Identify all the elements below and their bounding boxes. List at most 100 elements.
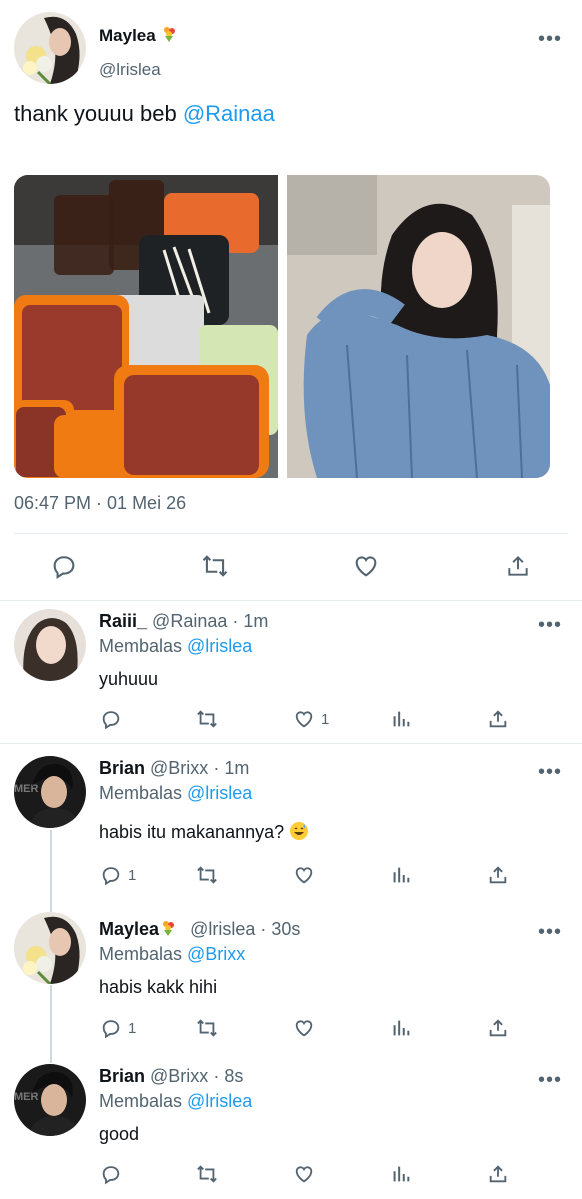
analytics-icon: [393, 867, 410, 883]
share-button[interactable]: [487, 864, 509, 886]
avatar-brian[interactable]: MER: [14, 756, 86, 828]
avatar-brian[interactable]: MER: [14, 1064, 86, 1136]
author-name[interactable]: Maylea: [99, 25, 178, 46]
retweet-button[interactable]: [200, 552, 230, 580]
share-icon: [508, 555, 528, 576]
reply-header: Maylea @lrislea · 30s: [99, 919, 300, 940]
mention-link[interactable]: @lrislea: [187, 783, 252, 803]
avatar-maylea[interactable]: [14, 12, 86, 84]
reply-time: · 30s: [260, 919, 301, 939]
like-button[interactable]: [352, 552, 380, 580]
reply-author-handle: @Rainaa: [152, 611, 228, 631]
bouquet-emoji-icon: [164, 27, 176, 42]
retweet-button[interactable]: [194, 1163, 220, 1185]
analytics-button[interactable]: [390, 1017, 412, 1039]
reply-button[interactable]: 1: [100, 1017, 136, 1039]
reply-text: habis itu makanannya?: [99, 821, 309, 843]
heart-icon: [295, 1166, 313, 1183]
thread-line: [50, 830, 52, 912]
avatar-raiii[interactable]: [14, 609, 86, 681]
reply-time: · 1m: [232, 611, 269, 631]
reply-text: good: [99, 1124, 140, 1144]
retweet-button[interactable]: [194, 1017, 220, 1039]
reply-header: Brian @Brixx · 1m: [99, 758, 249, 779]
share-icon: [489, 866, 507, 884]
heart-icon: [295, 1020, 313, 1037]
analytics-button[interactable]: [390, 708, 412, 730]
reply-author-name[interactable]: Raiii_: [99, 611, 147, 631]
divider: [0, 743, 582, 744]
reply-icon: [102, 1166, 120, 1185]
more-icon[interactable]: •••: [538, 615, 562, 635]
reply-icon: [102, 1020, 120, 1039]
share-button[interactable]: [487, 1017, 509, 1039]
mention-link[interactable]: @lrislea: [187, 1091, 252, 1111]
replying-to: Membalas @lrislea: [99, 1091, 253, 1111]
reply-header: Brian @Brixx · 8s: [99, 1066, 243, 1087]
svg-text:MER: MER: [14, 1091, 39, 1103]
share-button[interactable]: [505, 552, 531, 580]
reply-author-handle: @lrislea: [190, 919, 256, 939]
author-handle: @lrislea: [99, 60, 161, 79]
analytics-button[interactable]: [390, 1163, 412, 1185]
like-button[interactable]: [293, 1017, 321, 1039]
share-button[interactable]: [487, 708, 509, 730]
share-icon: [489, 1165, 507, 1183]
like-button[interactable]: [293, 864, 321, 886]
reply-button[interactable]: 1: [100, 864, 136, 886]
mention-link[interactable]: @Rainaa: [183, 101, 275, 126]
reply-text: habis kakk hihi: [99, 977, 218, 997]
share-icon: [489, 1019, 507, 1037]
reply-time: · 1m: [213, 758, 250, 778]
replying-to: Membalas @Brixx: [99, 944, 246, 964]
retweet-icon: [197, 866, 217, 884]
reply-author-name[interactable]: Brian: [99, 758, 145, 778]
more-icon[interactable]: •••: [538, 922, 562, 942]
reply-button[interactable]: [50, 552, 78, 580]
reply-author-name[interactable]: Brian: [99, 1066, 145, 1086]
analytics-icon: [393, 711, 410, 727]
divider: [0, 600, 582, 601]
more-icon[interactable]: •••: [538, 29, 562, 49]
retweet-button[interactable]: [194, 708, 220, 730]
reply-text: yuhuuu: [99, 669, 159, 689]
analytics-icon: [393, 1166, 410, 1182]
like-button[interactable]: 1: [293, 708, 329, 730]
share-button[interactable]: [487, 1163, 509, 1185]
media-image-portrait[interactable]: [287, 175, 550, 478]
tweet-timestamp: 06:47 PM · 01 Mei 26: [14, 493, 187, 513]
more-icon[interactable]: •••: [538, 762, 562, 782]
like-button[interactable]: [293, 1163, 321, 1185]
retweet-icon: [197, 1019, 217, 1037]
heart-icon: [295, 867, 313, 884]
reply-button[interactable]: [100, 708, 128, 730]
reply-header: Raiii_ @Rainaa · 1m: [99, 611, 268, 632]
tweet-text: thank youuu beb @Rainaa: [14, 101, 275, 126]
retweet-icon: [197, 710, 217, 728]
media-image-food[interactable]: [14, 175, 278, 478]
share-icon: [489, 710, 507, 728]
bouquet-emoji-icon: [163, 921, 175, 936]
replying-to: Membalas @lrislea: [99, 783, 253, 803]
reply-author-name[interactable]: Maylea: [99, 919, 177, 939]
reply-icon: [102, 711, 120, 730]
reply-time: · 8s: [213, 1066, 244, 1086]
heart-icon: [355, 556, 377, 577]
more-icon[interactable]: •••: [538, 1070, 562, 1090]
reply-icon: [53, 556, 75, 580]
mention-link[interactable]: @Brixx: [187, 944, 245, 964]
retweet-button[interactable]: [194, 864, 220, 886]
reply-author-handle: @Brixx: [150, 1066, 209, 1086]
reply-icon: [102, 867, 120, 886]
reply-button[interactable]: [100, 1163, 128, 1185]
retweet-icon: [202, 555, 228, 577]
reply-author-handle: @Brixx: [150, 758, 209, 778]
replying-to: Membalas @lrislea: [99, 636, 253, 656]
retweet-icon: [197, 1165, 217, 1183]
heart-icon: [295, 711, 313, 728]
analytics-button[interactable]: [390, 864, 412, 886]
mention-link[interactable]: @lrislea: [187, 636, 252, 656]
avatar-maylea[interactable]: [14, 912, 86, 984]
analytics-icon: [393, 1020, 410, 1036]
divider: [14, 533, 568, 534]
